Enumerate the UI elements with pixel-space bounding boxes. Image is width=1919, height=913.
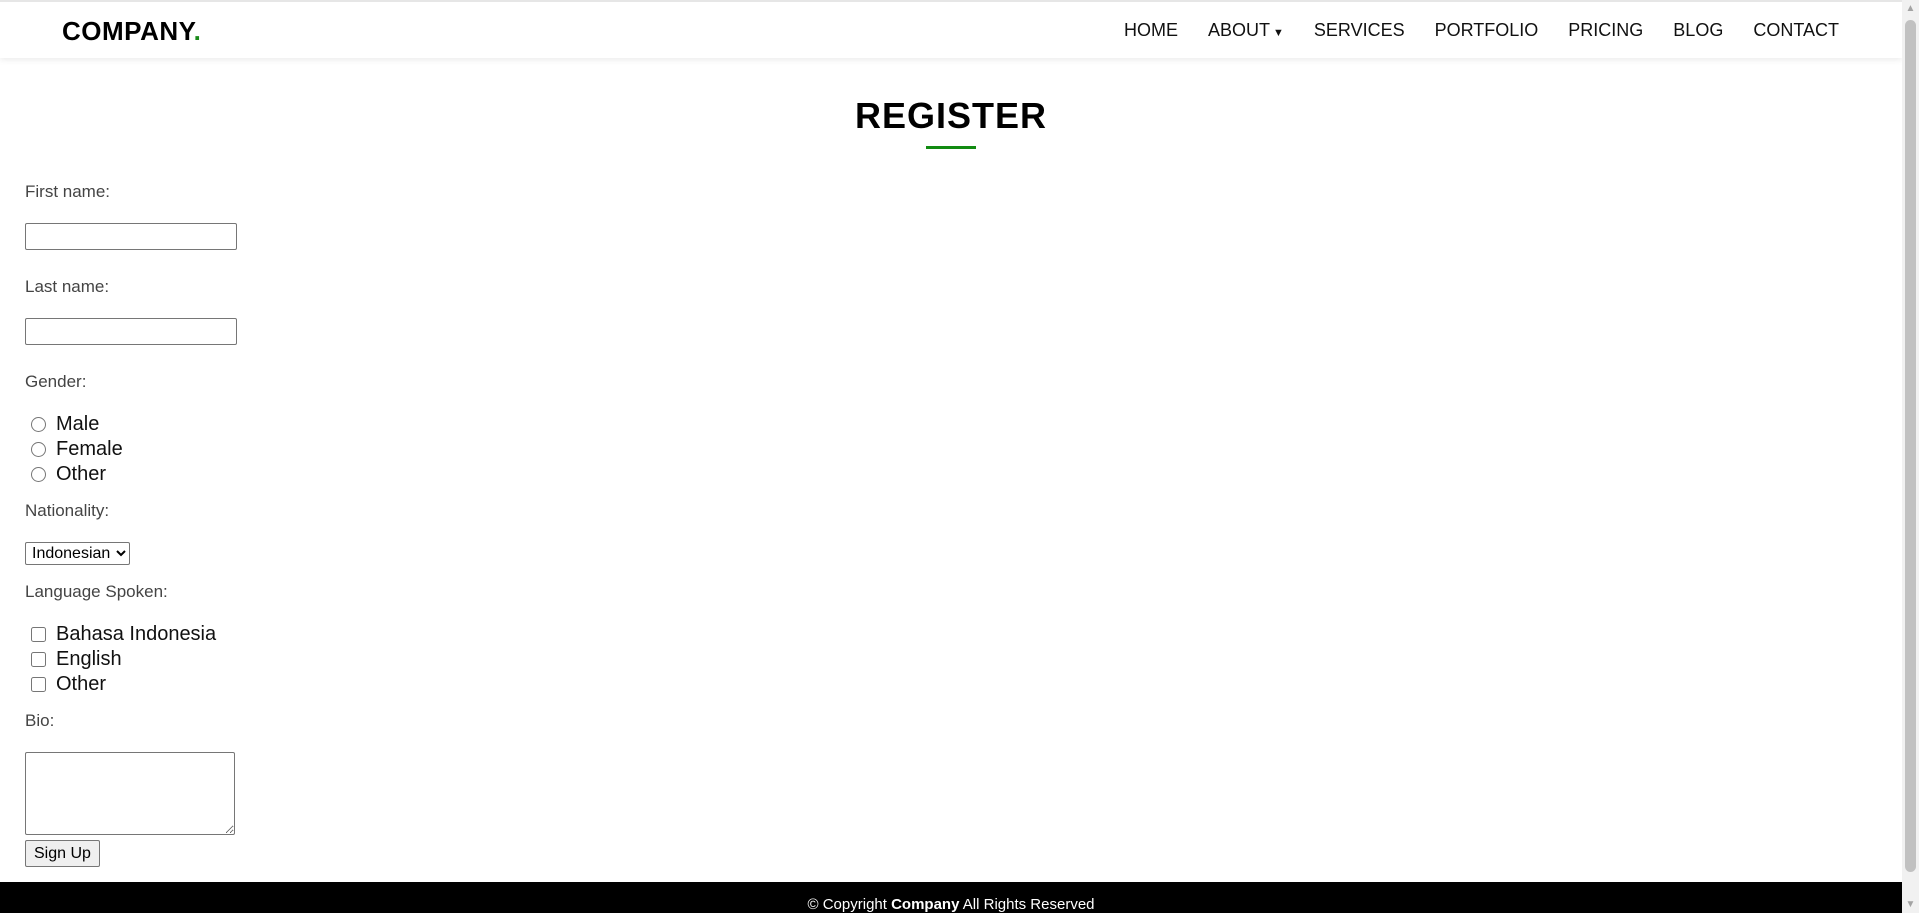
language-option-bahasa: Bahasa Indonesia [25, 622, 237, 647]
last-name-input[interactable] [25, 318, 237, 345]
site-header: COMPANY. HOME ABOUT ▼ SERVICES PORTFOLIO … [0, 0, 1902, 58]
logo-dot: . [193, 16, 202, 46]
title-underline [926, 146, 976, 149]
page: COMPANY. HOME ABOUT ▼ SERVICES PORTFOLIO … [0, 0, 1902, 913]
gender-option-label: Male [56, 413, 100, 435]
register-form: First name: Last name: Gender: Male Fema… [25, 182, 237, 867]
language-option-other: Other [25, 672, 237, 697]
nav-services[interactable]: SERVICES [1314, 20, 1405, 41]
language-option-english: English [25, 647, 237, 672]
last-name-label: Last name: [25, 277, 110, 296]
nav-blog[interactable]: BLOG [1673, 20, 1723, 41]
copyright-prefix: © Copyright [807, 896, 887, 913]
gender-option-male: Male [25, 412, 237, 437]
gender-options: Male Female Other [25, 412, 237, 487]
language-option-label: Other [56, 673, 107, 695]
language-label: Language Spoken: [25, 582, 168, 601]
gender-radio-male[interactable] [31, 417, 46, 432]
first-name-input[interactable] [25, 223, 237, 250]
sign-up-button[interactable]: Sign Up [25, 840, 100, 867]
scroll-down-arrow-icon[interactable]: ▼ [1902, 896, 1919, 913]
language-checkbox-english[interactable] [31, 652, 46, 667]
gender-option-other: Other [25, 462, 237, 487]
page-title: REGISTER [854, 95, 1048, 136]
page-scrollbar[interactable]: ▲ ▼ [1902, 0, 1919, 913]
gender-radio-female[interactable] [31, 442, 46, 457]
gender-label: Gender: [25, 372, 87, 391]
nav-pricing[interactable]: PRICING [1568, 20, 1643, 41]
footer-rights: All Rights Reserved [962, 896, 1095, 913]
site-footer: © Copyright Company All Rights Reserved [0, 882, 1902, 913]
gender-option-label: Female [56, 438, 123, 460]
nationality-label: Nationality: [25, 501, 110, 520]
company-logo[interactable]: COMPANY. [62, 16, 201, 47]
scroll-thumb[interactable] [1905, 20, 1916, 872]
caret-down-icon: ▼ [1273, 27, 1284, 39]
nav-contact[interactable]: CONTACT [1753, 20, 1839, 41]
language-checkbox-bahasa[interactable] [31, 627, 46, 642]
nav-portfolio[interactable]: PORTFOLIO [1435, 20, 1539, 41]
logo-text: COMPANY [62, 16, 194, 46]
nationality-select[interactable]: Indonesian [25, 542, 130, 565]
gender-option-female: Female [25, 437, 237, 462]
footer-company: Company [891, 896, 960, 913]
nav-about-label: ABOUT [1207, 20, 1270, 40]
bio-textarea[interactable] [25, 752, 235, 835]
nav-about[interactable]: ABOUT ▼ [1208, 20, 1284, 41]
language-option-label: English [56, 648, 122, 670]
title-section: REGISTER [0, 94, 1902, 149]
main-nav: HOME ABOUT ▼ SERVICES PORTFOLIO PRICING B… [1094, 20, 1839, 41]
language-checkbox-other[interactable] [31, 677, 46, 692]
language-option-label: Bahasa Indonesia [56, 623, 217, 645]
language-options: Bahasa Indonesia English Other [25, 622, 237, 697]
nav-home[interactable]: HOME [1124, 20, 1178, 41]
gender-radio-other[interactable] [31, 467, 46, 482]
gender-option-label: Other [56, 463, 107, 485]
bio-label: Bio: [25, 711, 55, 730]
first-name-label: First name: [25, 182, 111, 201]
scroll-up-arrow-icon[interactable]: ▲ [1902, 0, 1919, 17]
